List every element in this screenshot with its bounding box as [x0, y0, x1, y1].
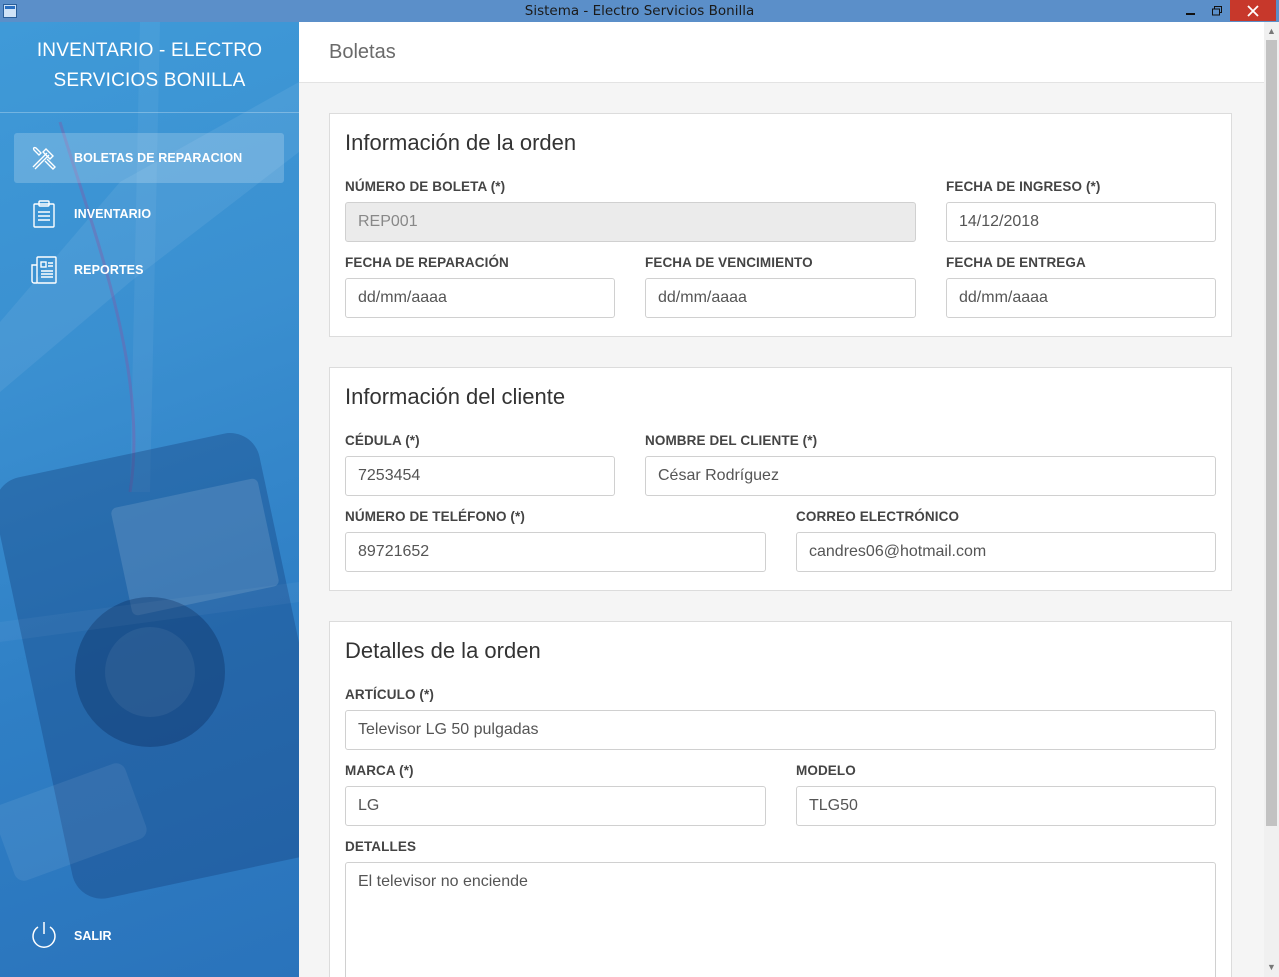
order-details-panel: Detalles de la orden ARTÍCULO (*) Televi…: [329, 621, 1232, 977]
sidebar-item-label: REPORTES: [74, 263, 144, 277]
panel-title: Información del cliente: [345, 384, 566, 409]
sidebar-item-inventario[interactable]: INVENTARIO: [14, 189, 284, 239]
fecha-entrega-field[interactable]: dd/mm/aaaa: [946, 278, 1216, 318]
articulo-label: ARTÍCULO (*): [345, 687, 434, 702]
tools-icon: [32, 146, 56, 170]
sidebar-divider: [0, 112, 299, 113]
nombre-cliente-label: NOMBRE DEL CLIENTE (*): [645, 433, 818, 448]
logout-label: SALIR: [74, 929, 112, 943]
sidebar: INVENTARIO - ELECTRO SERVICIOS BONILLA B…: [0, 22, 299, 977]
telefono-field[interactable]: 89721652: [345, 532, 766, 572]
fecha-reparacion-label: FECHA DE REPARACIÓN: [345, 255, 509, 270]
minimize-icon: [1186, 12, 1195, 15]
numero-boleta-label: NÚMERO DE BOLETA (*): [345, 179, 506, 194]
sidebar-item-reportes[interactable]: REPORTES: [14, 245, 284, 295]
close-icon: [1247, 4, 1259, 17]
sidebar-item-label: BOLETAS DE REPARACION: [74, 151, 243, 165]
telefono-label: NÚMERO DE TELÉFONO (*): [345, 509, 525, 524]
correo-field[interactable]: candres06@hotmail.com: [796, 532, 1216, 572]
fecha-ingreso-field[interactable]: 14/12/2018: [946, 202, 1216, 242]
articulo-field[interactable]: Televisor LG 50 pulgadas: [345, 710, 1216, 750]
panel-title: Información de la orden: [345, 130, 577, 155]
vertical-scrollbar[interactable]: ▲ ▼: [1264, 22, 1279, 977]
panel-title: Detalles de la orden: [345, 638, 541, 663]
scrollbar-thumb[interactable]: [1266, 40, 1277, 826]
numero-boleta-field[interactable]: REP001: [345, 202, 916, 242]
sidebar-item-boletas[interactable]: BOLETAS DE REPARACION: [14, 133, 284, 183]
detalles-label: DETALLES: [345, 839, 417, 854]
logout-button[interactable]: SALIR: [14, 912, 284, 958]
power-icon: [32, 922, 56, 948]
restore-button[interactable]: [1204, 0, 1230, 21]
brand-text: INVENTARIO - ELECTRO SERVICIOS BONILLA: [36, 40, 263, 91]
marca-field[interactable]: LG: [345, 786, 766, 826]
cedula-field[interactable]: 7253454: [345, 456, 615, 496]
brand-title: INVENTARIO - ELECTRO SERVICIOS BONILLA: [0, 36, 299, 96]
window-titlebar: Sistema - Electro Servicios Bonilla: [0, 0, 1279, 22]
order-info-panel: Información de la orden NÚMERO DE BOLETA…: [329, 113, 1232, 337]
minimize-button[interactable]: [1178, 0, 1204, 21]
fecha-ingreso-label: FECHA DE INGRESO (*): [946, 179, 1101, 194]
modelo-label: MODELO: [796, 763, 856, 778]
page-title: Boletas: [329, 41, 396, 63]
client-info-panel: Información del cliente CÉDULA (*) 72534…: [329, 367, 1232, 591]
report-icon: [31, 256, 57, 284]
restore-icon: [1212, 5, 1222, 15]
clipboard-icon: [33, 200, 55, 228]
close-button[interactable]: [1230, 0, 1276, 21]
fecha-vencimiento-label: FECHA DE VENCIMIENTO: [645, 255, 813, 270]
fecha-vencimiento-field[interactable]: dd/mm/aaaa: [645, 278, 916, 318]
scroll-down-icon[interactable]: ▼: [1267, 962, 1276, 972]
marca-label: MARCA (*): [345, 763, 414, 778]
fecha-entrega-label: FECHA DE ENTREGA: [946, 255, 1086, 270]
detalles-textarea[interactable]: El televisor no enciende: [345, 862, 1216, 977]
nombre-cliente-field[interactable]: César Rodríguez: [645, 456, 1216, 496]
page-header: Boletas: [299, 22, 1264, 83]
cedula-label: CÉDULA (*): [345, 433, 420, 448]
window-title: Sistema - Electro Servicios Bonilla: [524, 3, 755, 19]
modelo-field[interactable]: TLG50: [796, 786, 1216, 826]
main-content: Boletas Información de la orden NÚMERO D…: [299, 22, 1264, 977]
scroll-up-icon[interactable]: ▲: [1267, 26, 1276, 36]
correo-label: CORREO ELECTRÓNICO: [796, 509, 960, 524]
fecha-reparacion-field[interactable]: dd/mm/aaaa: [345, 278, 615, 318]
sidebar-item-label: INVENTARIO: [74, 207, 152, 221]
